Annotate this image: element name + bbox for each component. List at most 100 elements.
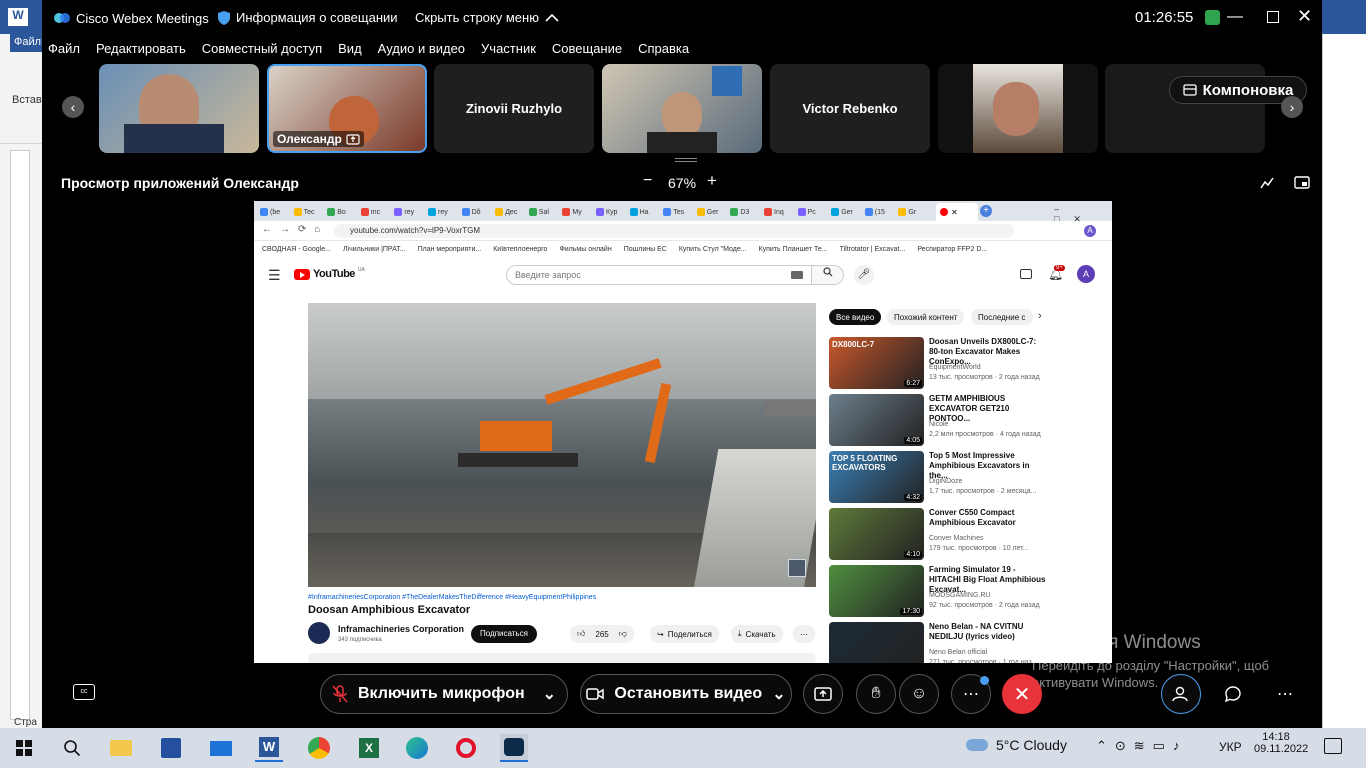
hamburger-menu-icon[interactable]: ☰ <box>268 267 281 284</box>
raise-hand-button[interactable]: ✋︎ <box>856 674 896 714</box>
participant-tile[interactable]: Zinovii Ruzhylo <box>434 64 594 153</box>
new-tab-button[interactable]: + <box>980 205 992 217</box>
mic-options-chevron-icon[interactable]: ⌄ <box>543 684 556 704</box>
voice-search-mic-icon[interactable]: 🎤︎ <box>854 265 874 285</box>
youtube-logo[interactable]: YouTube UA <box>294 267 365 280</box>
menu-item-view[interactable]: Вид <box>330 41 370 56</box>
share-content-button[interactable] <box>803 674 843 714</box>
participant-tile-active[interactable]: Олександр <box>267 64 427 153</box>
suggested-video-item[interactable]: 4:10 Conver C550 Compact Amphibious Excav… <box>829 508 1049 560</box>
word-paste-label[interactable]: Встав <box>12 94 42 106</box>
suggested-video-thumbnail[interactable]: TOP 5 FLOATING EXCAVATORS 4:32 <box>829 451 924 503</box>
active-browser-tab[interactable]: ✕ <box>936 203 978 221</box>
main-video-player[interactable] <box>308 303 816 587</box>
browser-tab[interactable]: Ger <box>831 205 853 219</box>
suggested-video-channel[interactable]: Conver Machines <box>929 535 983 542</box>
suggested-video-channel[interactable]: EquipmentWorld <box>929 364 981 371</box>
browser-tab[interactable]: My <box>562 205 582 219</box>
prev-participants-button[interactable]: ‹ <box>62 96 84 118</box>
resize-handle[interactable] <box>675 158 697 162</box>
suggested-video-item[interactable]: TOP 5 FLOATING EXCAVATORS 4:32 Top 5 Most … <box>829 451 1049 503</box>
filter-related[interactable]: Похожий контент <box>887 309 965 325</box>
suggested-video-item[interactable]: 4:05 GETM AMPHIBIOUS EXCAVATOR GET210 PON… <box>829 394 1049 446</box>
reactions-button[interactable]: ☺ <box>899 674 939 714</box>
notifications-icon[interactable] <box>1324 738 1342 754</box>
stop-video-button[interactable]: Остановить видео ⌄ <box>580 674 792 714</box>
channel-avatar[interactable] <box>308 622 330 644</box>
next-participants-button[interactable]: › <box>1281 96 1303 118</box>
annotate-icon[interactable] <box>1260 176 1274 190</box>
maximize-button[interactable] <box>1267 11 1279 23</box>
participant-tile[interactable] <box>99 64 259 153</box>
suggested-video-item[interactable]: Neno Belan - NA CVITNU NEDILJU (lyrics v… <box>829 622 1049 663</box>
browser-tab[interactable]: rey <box>428 205 448 219</box>
save-app-taskbar-icon[interactable] <box>157 734 185 762</box>
meeting-info-button[interactable]: Информация о совещании <box>218 10 398 25</box>
input-language[interactable]: УКР <box>1219 740 1242 754</box>
bookmark-item[interactable]: Київтеплоенерго <box>493 246 547 253</box>
menu-item-audio-video[interactable]: Аудио и видео <box>370 41 473 56</box>
menu-item-participant[interactable]: Участник <box>473 41 544 56</box>
mail-taskbar-icon[interactable] <box>207 734 235 762</box>
browser-tab[interactable]: Tes <box>663 205 684 219</box>
panel-more-button[interactable]: ⋯ <box>1265 674 1305 714</box>
edge-taskbar-icon[interactable] <box>403 734 431 762</box>
suggested-video-channel[interactable]: MODSGAMING.RU <box>929 592 990 599</box>
system-tray-icons[interactable]: ⌃⊙≋▭♪ <box>1096 738 1187 754</box>
browser-tab[interactable]: Ha <box>629 205 649 219</box>
share-video-button[interactable]: ↪ Поделиться <box>650 625 719 643</box>
bookmark-item[interactable]: Респиратор FFP2 D... <box>917 246 987 253</box>
menu-item-help[interactable]: Справка <box>630 41 697 56</box>
browser-tab[interactable]: Tec <box>293 205 315 219</box>
excel-taskbar-icon[interactable]: X <box>355 734 383 762</box>
menu-item-edit[interactable]: Редактировать <box>88 41 194 56</box>
channel-watermark-icon[interactable] <box>788 559 806 577</box>
suggested-video-item[interactable]: 17:30 Farming Simulator 19 - HITACHI Big … <box>829 565 1049 617</box>
webex-taskbar-icon[interactable] <box>500 734 528 762</box>
menu-item-share[interactable]: Совместный доступ <box>194 41 330 56</box>
file-explorer-taskbar-icon[interactable] <box>107 734 135 762</box>
taskbar-clock[interactable]: 14:18 09.11.2022 <box>1254 731 1308 755</box>
chrome-taskbar-icon[interactable] <box>305 734 333 762</box>
suggested-video-thumbnail[interactable]: DX800LC-7 6:27 <box>829 337 924 389</box>
minimize-button[interactable]: — <box>1227 8 1243 26</box>
leave-meeting-button[interactable]: ✕ <box>1002 674 1042 714</box>
zoom-in-button[interactable]: + <box>707 171 717 191</box>
thumbs-down-icon[interactable]: 👎︎ <box>619 629 627 639</box>
bookmark-item[interactable]: План мероприяти... <box>418 246 482 253</box>
browser-tab[interactable]: Дес <box>495 205 517 219</box>
bookmark-item[interactable]: СВОДНАЯ - Google... <box>262 246 331 253</box>
browser-tab[interactable]: Ger <box>696 205 718 219</box>
word-file-tab[interactable]: Файл <box>10 34 46 52</box>
chat-button[interactable] <box>1213 674 1253 714</box>
zoom-out-button[interactable]: − <box>643 172 652 190</box>
browser-profile-avatar[interactable]: A <box>1084 225 1096 237</box>
youtube-search-button[interactable] <box>812 265 844 285</box>
menu-item-file[interactable]: Файл <box>42 41 88 56</box>
bookmark-item[interactable]: Купить Стул "Моде... <box>679 246 747 253</box>
channel-name[interactable]: Inframachineries Corporation <box>338 624 464 634</box>
bookmark-item[interactable]: Пошлины ЕС <box>624 246 667 253</box>
opera-taskbar-icon[interactable] <box>452 734 480 762</box>
participants-panel-button[interactable] <box>1161 674 1201 714</box>
bookmark-item[interactable]: Лічильники |ПРАТ... <box>343 246 406 253</box>
close-window-button[interactable]: ✕ <box>1297 6 1312 27</box>
filter-all-videos[interactable]: Все видео <box>829 309 882 325</box>
unmute-microphone-button[interactable]: Включить микрофон ⌄ <box>320 674 568 714</box>
suggested-video-item[interactable]: DX800LC-7 6:27 Doosan Unveils DX800LC-7: 8… <box>829 337 1049 389</box>
download-button[interactable]: ⤓ Скачать <box>731 625 783 643</box>
browser-tab[interactable]: mc <box>360 205 380 219</box>
browser-tab[interactable]: Pc <box>797 205 816 219</box>
video-description-box[interactable] <box>308 653 816 663</box>
address-bar[interactable]: youtube.com/watch?v=lP9-VoxrTGM <box>334 224 1014 238</box>
browser-tab[interactable]: Кур <box>596 205 617 219</box>
suggested-video-channel[interactable]: DigiNDoze <box>929 478 962 485</box>
video-hashtags[interactable]: #InframachineriesCorporation #TheDealerM… <box>308 594 596 601</box>
browser-tab[interactable]: (be <box>260 205 280 219</box>
keyboard-icon[interactable] <box>791 271 803 279</box>
suggested-video-thumbnail[interactable] <box>829 622 924 663</box>
create-video-icon[interactable] <box>1020 269 1032 279</box>
taskbar-search-button[interactable] <box>58 734 86 762</box>
captions-icon[interactable]: cc <box>73 684 95 700</box>
browser-tab[interactable]: D3 <box>730 205 749 219</box>
